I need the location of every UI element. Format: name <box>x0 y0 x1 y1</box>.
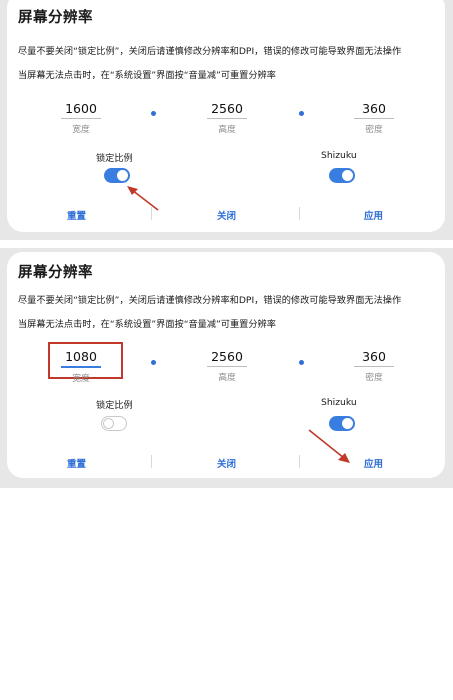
separator-dot-2 <box>299 111 304 116</box>
shizuku-toggle[interactable] <box>329 168 355 183</box>
close-button[interactable]: 关闭 <box>217 456 236 470</box>
screenshot-2: 屏幕分辨率 尽量不要关闭“锁定比例”，关闭后请谨慎修改分辨率和DPI，错误的修改… <box>0 248 453 488</box>
button-divider <box>151 455 152 468</box>
toggle-knob <box>342 170 353 181</box>
width-field[interactable]: 1600 宽度 <box>61 101 101 135</box>
lock-ratio-label: 锁定比例 <box>96 153 133 164</box>
toggle-knob <box>117 170 128 181</box>
button-divider <box>299 455 300 468</box>
density-value[interactable]: 360 <box>354 101 394 116</box>
screenshot-1: 屏幕分辨率 尽量不要关闭“锁定比例”，关闭后请谨慎修改分辨率和DPI，错误的修改… <box>0 0 453 240</box>
height-underline <box>207 118 247 119</box>
reset-button[interactable]: 重置 <box>67 208 86 222</box>
height-label: 高度 <box>218 373 236 383</box>
warning-text: 尽量不要关闭“锁定比例”，关闭后请谨慎修改分辨率和DPI，错误的修改可能导致界面… <box>18 295 402 306</box>
lock-ratio-toggle[interactable] <box>104 168 130 183</box>
apply-button[interactable]: 应用 <box>364 456 383 470</box>
height-field[interactable]: 2560 高度 <box>207 349 247 383</box>
lock-ratio-label: 锁定比例 <box>96 400 133 411</box>
close-button[interactable]: 关闭 <box>217 208 236 222</box>
width-underline <box>61 366 101 368</box>
dialog-title: 屏幕分辨率 <box>18 10 93 26</box>
width-label: 宽度 <box>72 125 90 135</box>
resolution-dialog: 屏幕分辨率 尽量不要关闭“锁定比例”，关闭后请谨慎修改分辨率和DPI，错误的修改… <box>7 0 445 232</box>
height-value[interactable]: 2560 <box>207 349 247 364</box>
density-label: 密度 <box>365 373 383 383</box>
density-underline <box>354 118 394 119</box>
annotation-arrow-icon <box>127 186 159 211</box>
density-value[interactable]: 360 <box>354 349 394 364</box>
apply-button[interactable]: 应用 <box>364 208 383 222</box>
separator-dot-1 <box>151 360 156 365</box>
reset-hint-text: 当屏幕无法点击时，在“系统设置”界面按“音量减”可重置分辨率 <box>18 319 276 330</box>
density-field[interactable]: 360 密度 <box>354 101 394 135</box>
lock-ratio-toggle[interactable] <box>101 416 127 431</box>
separator-dot-1 <box>151 111 156 116</box>
warning-text: 尽量不要关闭“锁定比例”，关闭后请谨慎修改分辨率和DPI，错误的修改可能导致界面… <box>18 46 402 57</box>
height-label: 高度 <box>218 125 236 135</box>
shizuku-label: Shizuku <box>321 150 357 161</box>
height-underline <box>207 366 247 367</box>
separator-dot-2 <box>299 360 304 365</box>
button-divider <box>299 207 300 220</box>
density-label: 密度 <box>365 125 383 135</box>
width-field[interactable]: 1080 宽度 <box>61 349 101 384</box>
reset-hint-text: 当屏幕无法点击时，在“系统设置”界面按“音量减”可重置分辨率 <box>18 70 276 81</box>
resolution-dialog: 屏幕分辨率 尽量不要关闭“锁定比例”，关闭后请谨慎修改分辨率和DPI，错误的修改… <box>7 252 445 478</box>
dialog-title: 屏幕分辨率 <box>18 265 93 281</box>
width-value[interactable]: 1600 <box>61 101 101 116</box>
density-underline <box>354 366 394 367</box>
width-underline <box>61 118 101 119</box>
density-field[interactable]: 360 密度 <box>354 349 394 383</box>
toggle-knob <box>103 418 114 429</box>
width-label: 宽度 <box>72 374 90 384</box>
shizuku-label: Shizuku <box>321 397 357 408</box>
annotation-arrow-icon <box>308 429 350 463</box>
reset-button[interactable]: 重置 <box>67 456 86 470</box>
height-value[interactable]: 2560 <box>207 101 247 116</box>
width-value[interactable]: 1080 <box>61 349 101 364</box>
height-field[interactable]: 2560 高度 <box>207 101 247 135</box>
